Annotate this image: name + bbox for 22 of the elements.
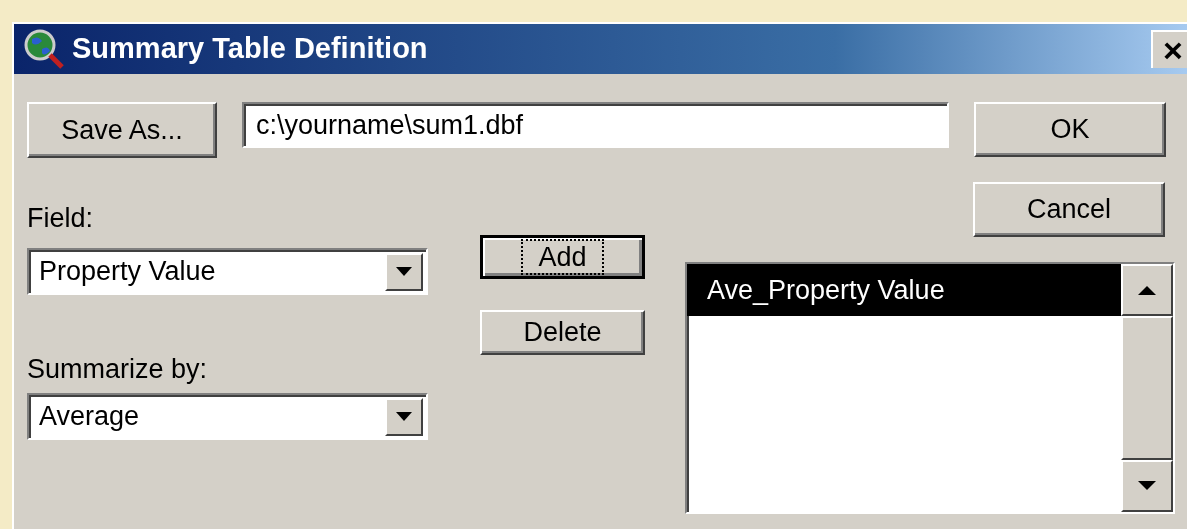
field-value: Property Value	[39, 255, 217, 289]
save-as-button[interactable]: Save As...	[27, 102, 217, 158]
scroll-up-button[interactable]	[1121, 264, 1173, 316]
dropdown-arrow-icon	[396, 411, 412, 422]
down-arrow-icon	[1138, 481, 1156, 491]
cancel-button[interactable]: Cancel	[973, 182, 1165, 237]
list-item[interactable]: Ave_Property Value	[687, 264, 1121, 316]
up-arrow-icon	[1138, 285, 1156, 295]
summarize-by-dropdown[interactable]: Average	[27, 393, 428, 440]
scroll-down-button[interactable]	[1121, 460, 1173, 512]
output-file-field[interactable]: c:\yourname\sum1.dbf	[242, 102, 949, 148]
summarize-by-value: Average	[39, 400, 141, 434]
ok-button[interactable]: OK	[974, 102, 1166, 157]
globe-magnifier-icon	[22, 27, 66, 71]
close-button[interactable]: ×	[1151, 30, 1187, 68]
dropdown-arrow-icon	[396, 266, 412, 277]
field-label: Field:	[27, 202, 95, 235]
field-dropdown[interactable]: Property Value	[27, 248, 428, 295]
summarize-by-label: Summarize by:	[27, 353, 209, 386]
delete-button[interactable]: Delete	[480, 310, 645, 355]
add-button[interactable]: Add	[480, 235, 645, 279]
window-title: Summary Table Definition	[72, 31, 428, 67]
